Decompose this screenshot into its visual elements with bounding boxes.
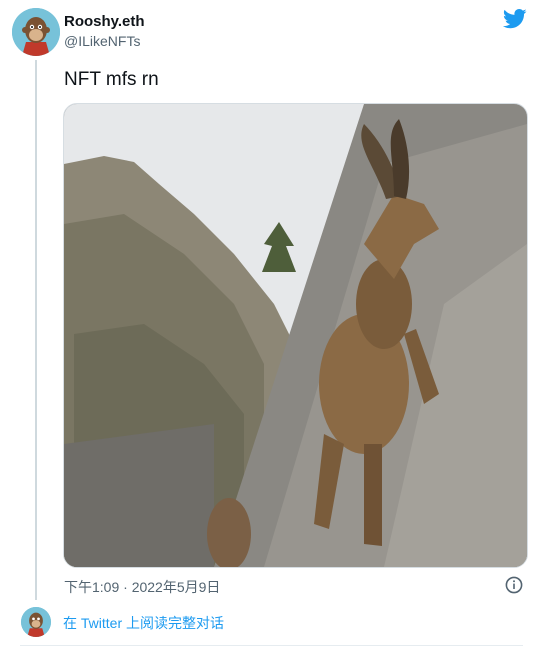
tweet-media-image[interactable] bbox=[63, 103, 528, 568]
reply-avatar[interactable] bbox=[21, 607, 51, 637]
divider bbox=[20, 645, 523, 646]
read-full-conversation-link[interactable]: 在 Twitter 上阅读完整对话 bbox=[63, 613, 224, 633]
author-avatar[interactable] bbox=[12, 8, 60, 56]
tweet-timestamp[interactable]: 下午1:09 · 2022年5月9日 bbox=[64, 577, 220, 597]
tweet-text: NFT mfs rn bbox=[64, 69, 159, 90]
thread-line bbox=[35, 60, 37, 600]
user-handle[interactable]: @ILikeNFTs bbox=[64, 33, 140, 49]
display-name[interactable]: Rooshy.eth bbox=[64, 13, 145, 30]
twitter-bird-icon[interactable] bbox=[503, 8, 527, 30]
info-icon[interactable] bbox=[505, 576, 523, 594]
